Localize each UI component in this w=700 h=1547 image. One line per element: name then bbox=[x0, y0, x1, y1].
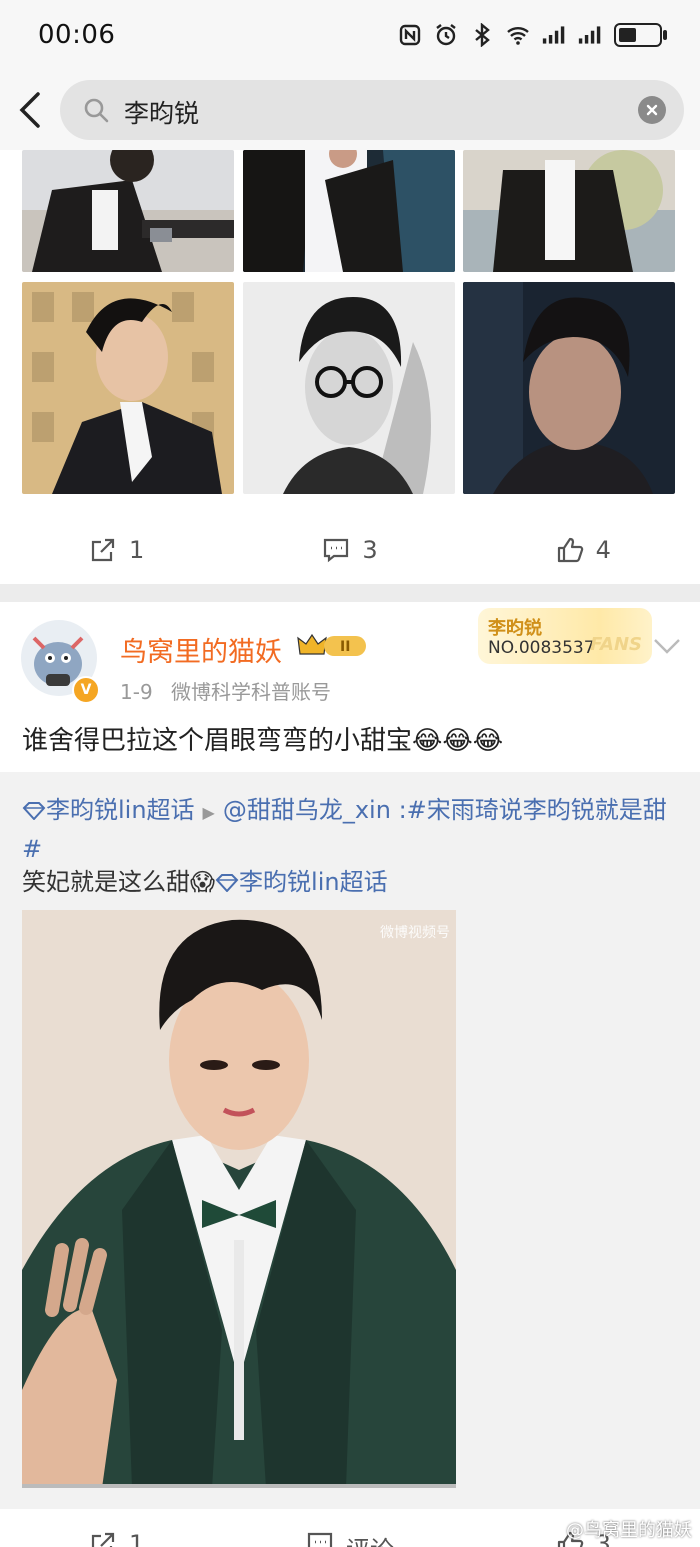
post-date: 1-9 bbox=[120, 680, 153, 704]
repost-header: 李昀锐lin超话 ▶ @甜甜乌龙_xin :#宋雨琦说李昀锐就是甜# bbox=[22, 792, 682, 867]
alarm-icon bbox=[436, 24, 456, 46]
post-divider bbox=[0, 584, 700, 602]
image-thumbnail[interactable] bbox=[243, 150, 455, 272]
image-watermark: @鸟窝里的猫妖 bbox=[566, 1520, 692, 1541]
image-thumbnail[interactable] bbox=[243, 282, 455, 494]
fans-badge-number: NO.0083537 bbox=[488, 638, 595, 658]
nfc-icon bbox=[399, 24, 421, 46]
fans-badge-name: 李昀锐 bbox=[488, 618, 542, 639]
avatar[interactable]: V bbox=[20, 618, 100, 704]
repost-button[interactable]: 1 bbox=[0, 514, 233, 586]
comment-button[interactable]: 3 bbox=[233, 514, 466, 586]
chevron-down-icon[interactable] bbox=[652, 636, 682, 656]
verified-badge-icon: V bbox=[72, 676, 100, 704]
post-action-bar: 1 3 4 bbox=[0, 514, 700, 586]
svg-text:II: II bbox=[340, 639, 350, 655]
fans-badge-label: FANS bbox=[590, 634, 642, 655]
signal-icon bbox=[578, 26, 601, 44]
repost-body: 笑妃就是这么甜😱 李昀锐lin超话 bbox=[22, 864, 388, 900]
comment-icon bbox=[307, 1532, 333, 1547]
repost-count: 1 bbox=[129, 536, 145, 564]
like-button[interactable]: 4 bbox=[467, 514, 700, 586]
wifi-icon bbox=[507, 27, 529, 45]
fans-badge[interactable]: 李昀锐 NO.0083537 FANS bbox=[478, 608, 652, 664]
share-icon bbox=[91, 1532, 115, 1547]
image-thumbnail[interactable] bbox=[463, 282, 675, 494]
like-count: 4 bbox=[595, 536, 611, 564]
search-query: 李昀锐 bbox=[124, 99, 200, 128]
comment-button[interactable]: 评论 bbox=[233, 1512, 466, 1547]
post-card[interactable]: V 鸟窝里的猫妖 II 李昀锐 NO.0083537 FANS 1-9 微博科学… bbox=[0, 602, 700, 1547]
search-icon bbox=[84, 98, 109, 123]
post-meta: 1-9 微博科学科普账号 bbox=[120, 676, 331, 705]
search-input[interactable]: 李昀锐 bbox=[60, 80, 684, 140]
status-time: 00:06 bbox=[38, 20, 116, 50]
supertopic-diamond-icon bbox=[22, 802, 46, 821]
search-header: 李昀锐 bbox=[0, 72, 700, 150]
share-icon bbox=[91, 538, 115, 562]
video-watermark: 微博视频号 bbox=[380, 925, 450, 941]
post-card[interactable]: 1 3 4 bbox=[0, 150, 700, 584]
repost-count: 1 bbox=[129, 1530, 145, 1547]
signal-icon bbox=[542, 26, 565, 44]
repost-author-link[interactable]: @甜甜乌龙_xin bbox=[223, 796, 391, 824]
back-arrow-icon[interactable] bbox=[16, 90, 46, 130]
comment-icon bbox=[324, 538, 349, 563]
thumbs-up-icon bbox=[557, 537, 583, 563]
repost-body-text: 笑妃就是这么甜😱 bbox=[22, 868, 216, 896]
video-player[interactable]: 微博视频号 bbox=[22, 910, 456, 1488]
battery-icon bbox=[614, 23, 667, 47]
bluetooth-icon bbox=[475, 23, 490, 47]
clear-icon[interactable] bbox=[638, 96, 666, 124]
video-progress-bar[interactable] bbox=[22, 1484, 456, 1488]
image-thumbnail[interactable] bbox=[22, 282, 234, 494]
post-source: 微博科学科普账号 bbox=[171, 680, 332, 704]
supertopic-link[interactable]: 李昀锐lin超话 bbox=[239, 868, 388, 896]
supertopic-diamond-icon bbox=[215, 874, 239, 893]
post-text: 谁舍得巴拉这个眉眼弯弯的小甜宝😂😂😂 bbox=[22, 726, 504, 756]
image-thumbnail[interactable] bbox=[463, 150, 675, 272]
comment-label: 评论 bbox=[346, 1530, 394, 1547]
status-icons bbox=[398, 20, 667, 50]
username[interactable]: 鸟窝里的猫妖 bbox=[120, 630, 282, 669]
repost-button[interactable]: 1 bbox=[0, 1512, 233, 1547]
member-crown-icon: II bbox=[297, 633, 366, 656]
reposted-content[interactable]: 李昀锐lin超话 ▶ @甜甜乌龙_xin :#宋雨琦说李昀锐就是甜# 笑妃就是这么甜… bbox=[0, 772, 700, 1509]
supertopic-link[interactable]: 李昀锐lin超话 bbox=[46, 796, 195, 824]
image-thumbnail[interactable] bbox=[22, 150, 234, 272]
status-bar: 00:06 bbox=[0, 0, 700, 72]
comment-count: 3 bbox=[362, 536, 378, 564]
arrow-right-icon: ▶ bbox=[202, 803, 215, 822]
